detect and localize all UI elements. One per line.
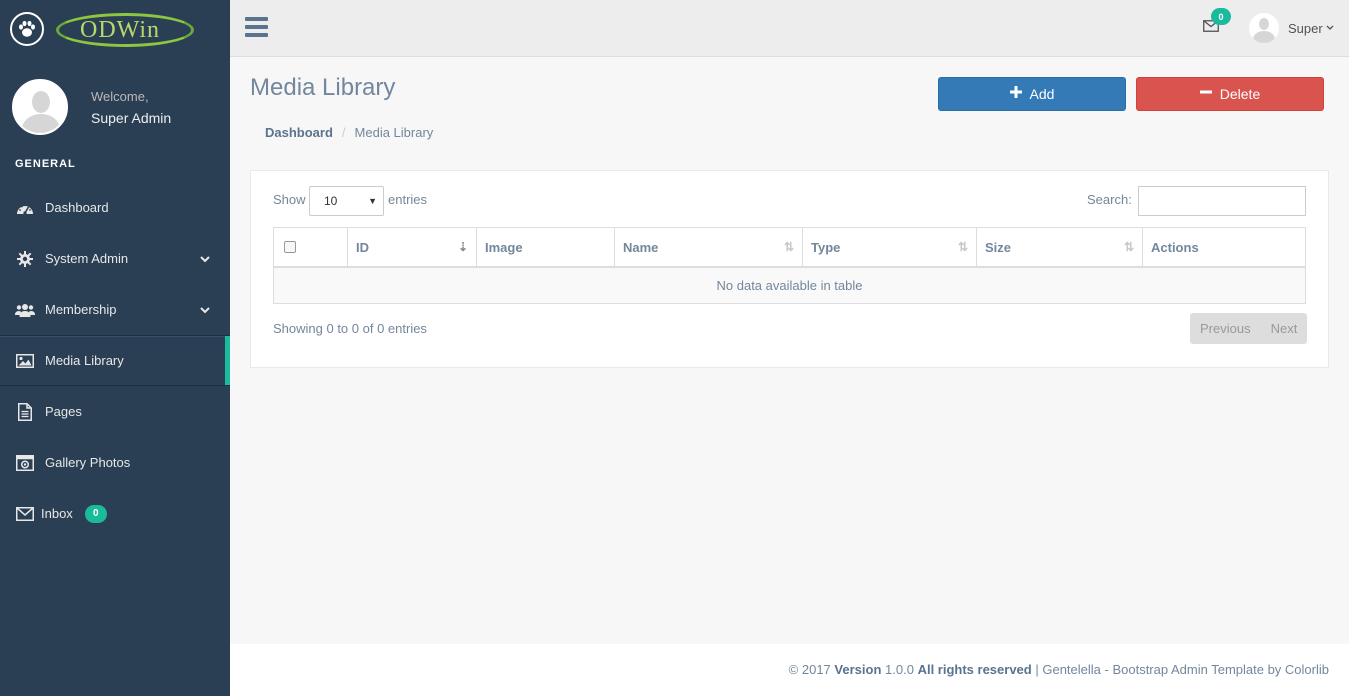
sidebar-item-label: Inbox	[41, 506, 73, 521]
previous-button[interactable]: Previous	[1190, 313, 1261, 344]
caret-down-icon: ▼	[368, 196, 377, 206]
add-button-label: Add	[1029, 86, 1055, 102]
menu-section-title: GENERAL	[15, 158, 76, 170]
column-header-name[interactable]: Name ⇅	[615, 228, 803, 266]
table-info: Showing 0 to 0 of 0 entries	[273, 321, 427, 336]
inbox-count-badge: 0	[84, 504, 107, 523]
column-header-label: ID	[356, 239, 369, 255]
chevron-down-icon	[200, 302, 210, 317]
footer: © 2017 Version 1.0.0 All rights reserved…	[230, 644, 1349, 696]
dashboard-icon	[15, 199, 35, 217]
empty-table-message: No data available in table	[274, 268, 1305, 303]
column-header-label: Actions	[1151, 239, 1199, 255]
sidebar-item-label: Membership	[45, 302, 117, 317]
sidebar-item-label: System Admin	[45, 251, 129, 266]
search-input[interactable]	[1138, 186, 1306, 216]
image-icon	[15, 352, 35, 370]
sidebar-item-label: Media Library	[45, 353, 124, 368]
next-button[interactable]: Next	[1261, 313, 1308, 344]
sidebar-item-label: Pages	[45, 404, 82, 419]
footer-separator: |	[1035, 662, 1039, 677]
footer-version: 1.0.0	[885, 662, 914, 677]
media-table-panel: Show 10 ▼ entries Search: ID ⇣ Image Nam…	[250, 170, 1329, 368]
chevron-down-icon	[200, 251, 210, 266]
top-navbar: 0 Super	[230, 0, 1349, 57]
profile: Welcome, Super Admin	[0, 57, 230, 149]
entries-label: entries	[388, 192, 428, 207]
column-header-label: Size	[985, 239, 1012, 255]
sidebar-item-membership[interactable]: Membership	[0, 284, 230, 335]
envelope-icon	[15, 505, 35, 523]
column-header-label: Image	[485, 239, 523, 255]
column-header-type[interactable]: Type ⇅	[803, 228, 977, 266]
page-size-value: 10	[324, 194, 338, 208]
sort-icon: ⇅	[783, 240, 794, 254]
footer-rights: All rights reserved	[917, 662, 1032, 677]
welcome-text: Welcome,	[91, 88, 149, 104]
add-button[interactable]: Add	[938, 77, 1126, 111]
sidebar-item-pages[interactable]: Pages	[0, 386, 230, 437]
mail-count-badge: 0	[1211, 8, 1231, 25]
column-header-image: Image	[477, 228, 615, 266]
footer-copyright: © 2017	[788, 662, 831, 677]
chevron-down-icon	[1326, 23, 1334, 33]
delete-button[interactable]: Delete	[1136, 77, 1324, 111]
sort-desc-icon: ⇣	[457, 240, 468, 254]
users-icon	[15, 301, 35, 319]
paw-icon	[10, 11, 44, 46]
footer-credit-link[interactable]: Gentelella - Bootstrap Admin Template by…	[1042, 662, 1329, 677]
breadcrumb-separator: /	[341, 125, 346, 140]
sidebar-item-gallery-photos[interactable]: Gallery Photos	[0, 437, 230, 488]
file-icon	[15, 402, 35, 421]
table-header: ID ⇣ Image Name ⇅ Type ⇅ Size ⇅ Actions	[274, 228, 1305, 268]
sidebar-item-label: Gallery Photos	[45, 455, 131, 470]
show-label: Show	[273, 192, 306, 207]
sort-icon: ⇅	[957, 240, 968, 254]
footer-version-label: Version	[834, 662, 882, 677]
brand[interactable]: ODWin	[0, 0, 230, 57]
delete-button-label: Delete	[1219, 86, 1261, 102]
sort-icon: ⇅	[1123, 240, 1134, 254]
gear-icon	[15, 250, 35, 268]
column-header-id[interactable]: ID ⇣	[348, 228, 477, 266]
footer-text: © 2017 Version 1.0.0 All rights reserved…	[789, 662, 1329, 677]
page-size-select[interactable]: 10 ▼	[309, 186, 384, 216]
avatar	[12, 79, 68, 135]
breadcrumb: Dashboard / Media Library	[265, 125, 433, 140]
search-label: Search:	[1087, 192, 1132, 207]
profile-name: Super Admin	[91, 109, 172, 126]
breadcrumb-current: Media Library	[354, 125, 434, 140]
user-avatar	[1249, 13, 1279, 43]
sidebar-item-label: Dashboard	[45, 200, 109, 215]
select-all-checkbox[interactable]	[284, 241, 296, 253]
logo: ODWin	[56, 9, 196, 49]
sidebar-item-dashboard[interactable]: Dashboard	[0, 182, 230, 233]
media-table: ID ⇣ Image Name ⇅ Type ⇅ Size ⇅ Actions …	[273, 227, 1306, 304]
user-name: Super	[1288, 20, 1323, 36]
breadcrumb-home-link[interactable]: Dashboard	[265, 125, 333, 140]
column-header-label: Type	[811, 239, 841, 255]
page-title: Media Library	[250, 74, 396, 101]
column-header-label: Name	[623, 239, 659, 255]
sidebar-item-system-admin[interactable]: System Admin	[0, 233, 230, 284]
menu-toggle-icon[interactable]	[245, 17, 268, 37]
select-all-header	[274, 228, 348, 266]
pagination: Previous Next	[1190, 313, 1308, 344]
plus-icon	[1009, 85, 1022, 103]
sidebar-item-media-library[interactable]: Media Library	[0, 335, 230, 386]
user-menu[interactable]: Super	[1249, 13, 1334, 43]
camera-icon	[15, 454, 35, 472]
column-header-size[interactable]: Size ⇅	[977, 228, 1143, 266]
logo-text: ODWin	[80, 16, 161, 43]
sidebar: ODWin Welcome, Super Admin GENERAL Dashb…	[0, 0, 230, 696]
column-header-actions: Actions	[1143, 228, 1305, 266]
minus-icon	[1199, 85, 1212, 103]
sidebar-item-inbox[interactable]: Inbox 0	[0, 488, 230, 539]
